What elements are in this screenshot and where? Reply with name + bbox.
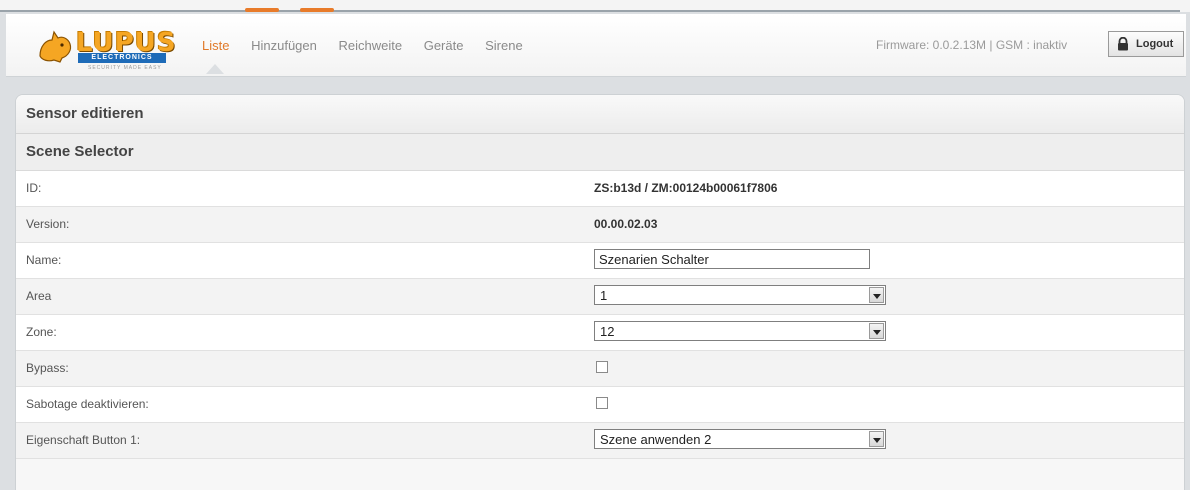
app-header: LUPUS ELECTRONICS SECURITY MADE EASY Lis… — [6, 14, 1186, 77]
row-area: Area 1 — [16, 279, 1184, 315]
panel-title: Sensor editieren — [16, 95, 1184, 134]
lupus-logo[interactable]: LUPUS ELECTRONICS SECURITY MADE EASY — [36, 26, 186, 71]
row-button1: Eigenschaft Button 1: Szene anwenden 2 — [16, 423, 1184, 459]
button1-label: Eigenschaft Button 1: — [26, 433, 141, 447]
bypass-label: Bypass: — [26, 361, 69, 375]
bypass-checkbox[interactable] — [596, 361, 608, 373]
dropdown-arrow-icon[interactable] — [869, 323, 884, 339]
row-bypass: Bypass: — [16, 351, 1184, 387]
button1-select[interactable]: Szene anwenden 2 — [594, 429, 886, 449]
zone-select-value: 12 — [600, 324, 615, 339]
nav-item-hinzufuegen[interactable]: Hinzufügen — [251, 38, 317, 53]
row-id: ID: ZS:b13d / ZM:00124b00061f7806 — [16, 171, 1184, 207]
nav-item-sirene[interactable]: Sirene — [485, 38, 523, 53]
row-name: Name: — [16, 243, 1184, 279]
dropdown-arrow-icon[interactable] — [869, 431, 884, 447]
button1-select-value: Szene anwenden 2 — [600, 432, 712, 447]
firmware-status: Firmware: 0.0.2.13M | GSM : inaktiv — [876, 38, 1068, 52]
section-title: Scene Selector — [16, 134, 1184, 171]
nav-item-liste[interactable]: Liste — [202, 38, 229, 53]
lock-icon — [1118, 37, 1128, 51]
area-select[interactable]: 1 — [594, 285, 886, 305]
area-select-value: 1 — [600, 288, 608, 303]
nav-item-reichweite[interactable]: Reichweite — [339, 38, 403, 53]
main-nav: Liste Hinzufügen Reichweite Geräte Siren… — [202, 38, 541, 53]
top-strip — [0, 0, 1190, 12]
dog-logo-icon — [39, 30, 72, 63]
field-list: ID: ZS:b13d / ZM:00124b00061f7806 Versio… — [16, 171, 1184, 459]
zone-select[interactable]: 12 — [594, 321, 886, 341]
zone-label: Zone: — [26, 325, 57, 339]
logout-button[interactable]: Logout — [1108, 31, 1184, 57]
brand-sub: ELECTRONICS — [78, 53, 166, 63]
sensor-edit-panel: Sensor editieren Scene Selector ID: ZS:b… — [15, 94, 1185, 490]
nav-active-indicator — [206, 64, 224, 74]
logout-label: Logout — [1136, 38, 1174, 50]
id-label: ID: — [26, 181, 42, 195]
area-label: Area — [26, 289, 52, 303]
nav-item-geraete[interactable]: Geräte — [424, 38, 464, 53]
name-label: Name: — [26, 253, 62, 267]
brand-tagline: SECURITY MADE EASY — [88, 65, 162, 71]
top-accent-left — [245, 8, 279, 12]
top-accent-right — [300, 8, 334, 12]
name-input[interactable] — [594, 249, 870, 269]
version-label: Version: — [26, 217, 70, 231]
id-value: ZS:b13d / ZM:00124b00061f7806 — [594, 181, 778, 195]
dropdown-arrow-icon[interactable] — [869, 287, 884, 303]
row-sabotage: Sabotage deaktivieren: — [16, 387, 1184, 423]
sabotage-label: Sabotage deaktivieren: — [26, 397, 149, 411]
row-zone: Zone: 12 — [16, 315, 1184, 351]
row-version: Version: 00.00.02.03 — [16, 207, 1184, 243]
version-value: 00.00.02.03 — [594, 217, 658, 231]
top-rule — [0, 10, 1180, 12]
sabotage-checkbox[interactable] — [596, 397, 608, 409]
